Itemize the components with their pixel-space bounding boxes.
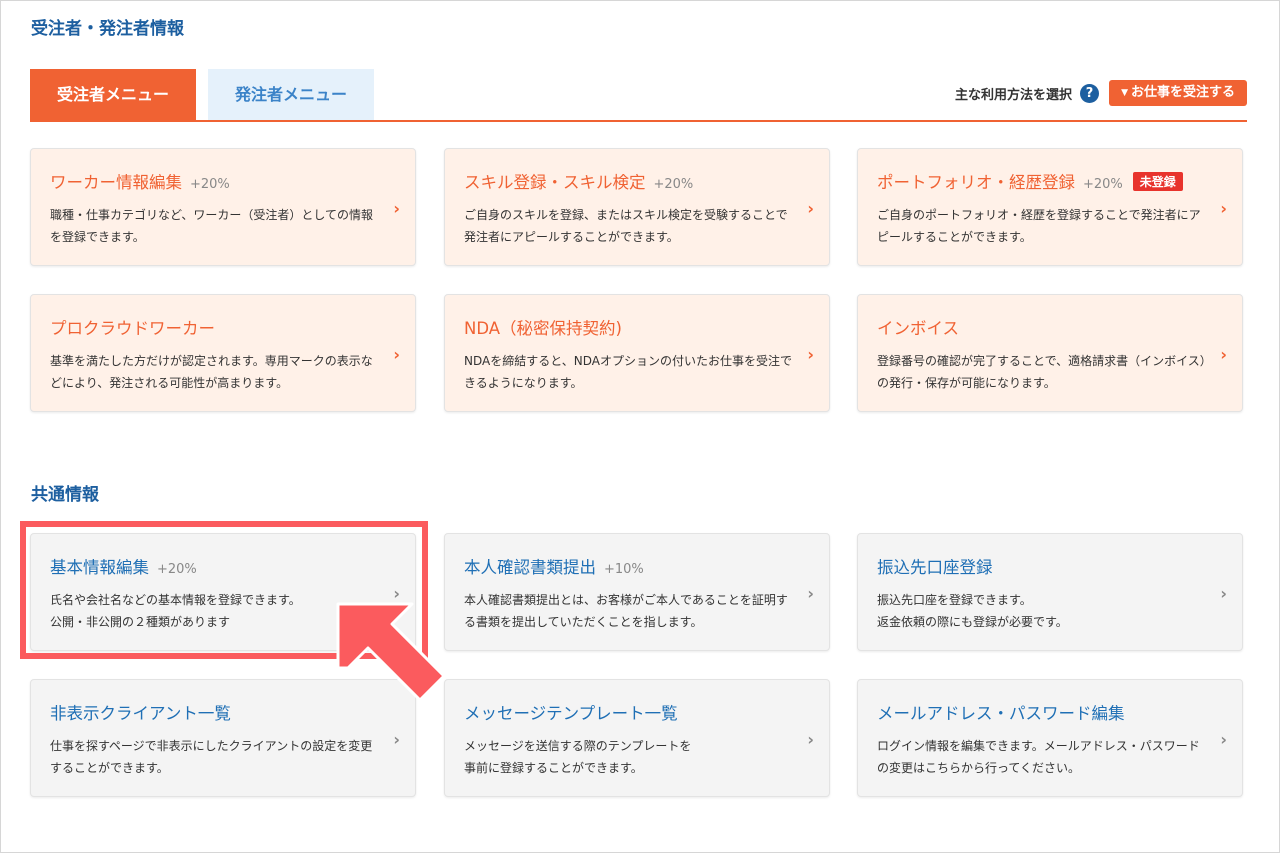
card-description: 振込先口座を登録できます。 返金依頼の際にも登録が必要です。 — [877, 589, 1207, 633]
tab-client-menu[interactable]: 発注者メニュー — [208, 69, 374, 121]
card-identity-documents[interactable]: 本人確認書類提出 +10% 本人確認書類提出とは、お客様がご本人であることを証明す… — [444, 533, 830, 651]
usage-method-button[interactable]: ▼ お仕事を受注する — [1109, 80, 1247, 106]
card-email-password-edit[interactable]: メールアドレス・パスワード編集 ログイン情報を編集できます。メールアドレス・パス… — [857, 679, 1243, 797]
tab-underline — [30, 120, 1247, 122]
card-portfolio-registration[interactable]: ポートフォリオ・経歴登録 +20% 未登録 ご自身のポートフォリオ・経歴を登録するこ… — [857, 148, 1243, 266]
chevron-right-icon: › — [1220, 345, 1227, 364]
card-description-line: 返金依頼の際にも登録が必要です。 — [877, 615, 1068, 629]
card-description: メッセージを送信する際のテンプレートを 事前に登録することができます。 — [464, 735, 794, 779]
usage-method-selector: 主な利用方法を選択 ? ▼ お仕事を受注する — [955, 80, 1247, 106]
card-description: 職種・仕事カテゴリなど、ワーカー（受注者）としての情報を登録できます。 — [50, 208, 374, 244]
chevron-right-icon: › — [1220, 199, 1227, 218]
chevron-right-icon: › — [807, 730, 814, 749]
chevron-right-icon: › — [1220, 730, 1227, 749]
card-title: インボイス — [877, 319, 960, 338]
pointer-arrow-icon — [336, 602, 446, 700]
card-description-line: メッセージを送信する際のテンプレートを — [464, 739, 692, 753]
chevron-right-icon: › — [393, 199, 400, 218]
card-percent: +10% — [604, 562, 644, 577]
help-icon[interactable]: ? — [1080, 83, 1100, 103]
chevron-right-icon: › — [807, 345, 814, 364]
chevron-right-icon: › — [807, 584, 814, 603]
card-description-line: 振込先口座を登録できます。 — [877, 593, 1032, 607]
card-percent: +20% — [190, 177, 230, 192]
caret-down-icon: ▼ — [1121, 88, 1128, 98]
card-worker-info-edit[interactable]: ワーカー情報編集 +20% 職種・仕事カテゴリなど、ワーカー（受注者）としての情報… — [30, 148, 416, 266]
card-description: ご自身のポートフォリオ・経歴を登録することで発注者にアピールすることができます。 — [877, 208, 1201, 244]
status-badge: 未登録 — [1132, 172, 1183, 191]
card-title: 本人確認書類提出 — [464, 558, 596, 577]
chevron-right-icon: › — [1220, 584, 1227, 603]
card-title: プロクラウドワーカー — [50, 319, 215, 338]
card-title: ポートフォリオ・経歴登録 — [877, 173, 1075, 192]
usage-method-label: 主な利用方法を選択 — [955, 87, 1073, 103]
card-description: 登録番号の確認が完了することで、適格請求書（インボイス）の発行・保存が可能になり… — [877, 354, 1206, 390]
menu-tabs: 受注者メニュー 発注者メニュー 主な利用方法を選択 ? ▼ お仕事を受注する — [30, 69, 1247, 123]
card-description-line: 事前に登録することができます。 — [464, 761, 643, 775]
card-title: NDA（秘密保持契約) — [464, 319, 622, 338]
card-pro-crowdworker[interactable]: プロクラウドワーカー 基準を満たした方だけが認定されます。専用マークの表示などに… — [30, 294, 416, 412]
card-title: スキル登録・スキル検定 — [464, 173, 646, 192]
card-percent: +20% — [1083, 177, 1123, 192]
card-invoice[interactable]: インボイス 登録番号の確認が完了することで、適格請求書（インボイス）の発行・保存… — [857, 294, 1243, 412]
card-nda[interactable]: NDA（秘密保持契約) NDAを締結すると、NDAオプションの付いたお仕事を受注… — [444, 294, 830, 412]
card-message-templates[interactable]: メッセージテンプレート一覧 メッセージを送信する際のテンプレートを 事前に登録す… — [444, 679, 830, 797]
card-title: メールアドレス・パスワード編集 — [877, 704, 1125, 723]
card-title: 振込先口座登録 — [877, 558, 993, 577]
tab-worker-menu[interactable]: 受注者メニュー — [30, 69, 196, 121]
card-description: 仕事を探すページで非表示にしたクライアントの設定を変更することができます。 — [50, 739, 373, 775]
card-description: ログイン情報を編集できます。メールアドレス・パスワードの変更はこちらから行ってく… — [877, 739, 1200, 775]
chevron-right-icon: › — [807, 199, 814, 218]
card-description: 本人確認書類提出とは、お客様がご本人であることを証明する書類を提出していただくこ… — [464, 593, 788, 629]
card-skill-registration[interactable]: スキル登録・スキル検定 +20% ご自身のスキルを登録、またはスキル検定を受験する… — [444, 148, 830, 266]
card-description: 基準を満たした方だけが認定されます。専用マークの表示などにより、発注される可能性… — [50, 354, 373, 390]
chevron-right-icon: › — [393, 345, 400, 364]
usage-method-button-label: お仕事を受注する — [1130, 85, 1235, 100]
card-title: メッセージテンプレート一覧 — [464, 704, 678, 723]
card-bank-account[interactable]: 振込先口座登録 振込先口座を登録できます。 返金依頼の際にも登録が必要です。 › — [857, 533, 1243, 651]
card-title: ワーカー情報編集 — [50, 173, 182, 192]
card-percent: +20% — [653, 177, 694, 192]
page-title: 受注者・発注者情報 — [31, 19, 184, 39]
card-title: 非表示クライアント一覧 — [50, 704, 231, 723]
card-description: ご自身のスキルを登録、またはスキル検定を受験することで発注者にアピールすることが… — [464, 208, 788, 244]
card-description: NDAを締結すると、NDAオプションの付いたお仕事を受注できるようになります。 — [464, 354, 792, 390]
common-info-title: 共通情報 — [31, 485, 99, 505]
chevron-right-icon: › — [393, 730, 400, 749]
